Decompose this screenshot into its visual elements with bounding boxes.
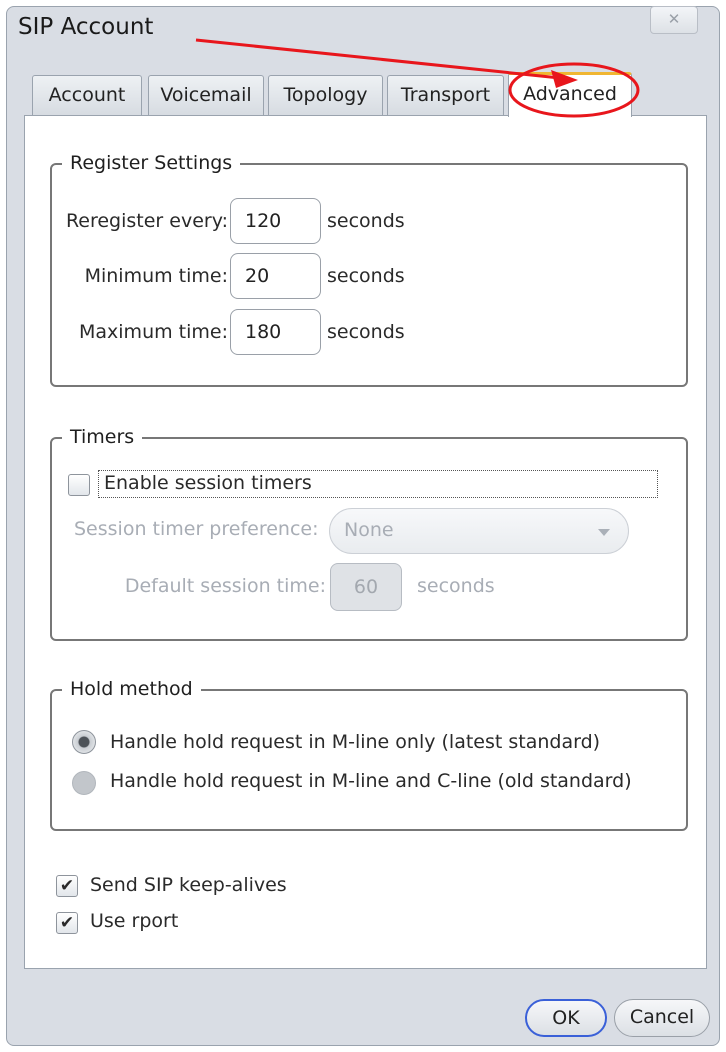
annotation-ellipse (508, 62, 640, 118)
annotation-arrow-head (551, 70, 578, 88)
annotation-overlay (195, 38, 640, 118)
annotation-arrow-line (195, 38, 561, 80)
